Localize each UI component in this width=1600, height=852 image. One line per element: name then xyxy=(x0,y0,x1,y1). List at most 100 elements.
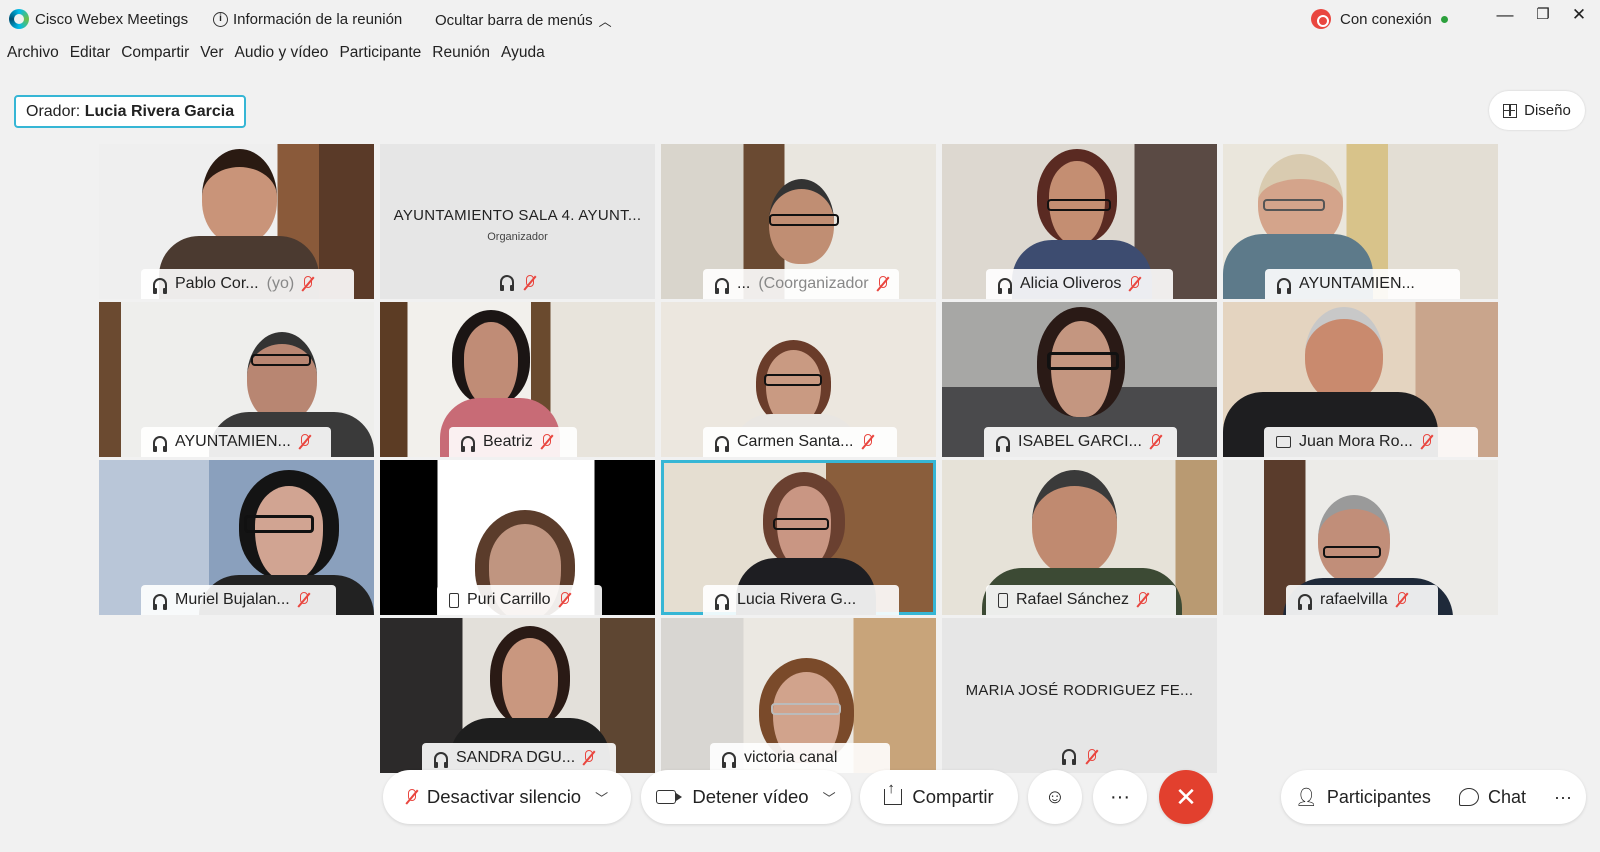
video-tile[interactable]: AYUNTAMIENTO SALA 4. AYUNT... Organizado… xyxy=(380,144,655,299)
participant-name: Puri Carrillo xyxy=(467,591,551,608)
connection-status[interactable]: Con conexión xyxy=(1311,9,1448,29)
stop-video-button[interactable]: Detener vídeo ﹀ xyxy=(641,770,851,824)
headset-icon xyxy=(1298,593,1312,610)
video-tile[interactable]: rafaelvilla xyxy=(1223,460,1498,615)
menu-audio-video[interactable]: Audio y vídeo xyxy=(235,44,329,70)
name-label: ISABEL GARCI... xyxy=(984,427,1177,457)
muted-mic-icon xyxy=(298,592,309,608)
menu-participante[interactable]: Participante xyxy=(339,44,421,70)
participant-name: Beatriz xyxy=(483,433,533,450)
video-tile[interactable]: Puri Carrillo xyxy=(380,460,655,615)
glasses xyxy=(773,518,829,530)
chevron-down-icon[interactable]: ﹀ xyxy=(823,788,836,807)
screen-icon xyxy=(1276,436,1291,448)
muted-mic-icon xyxy=(1129,276,1140,292)
app-title: Cisco Webex Meetings xyxy=(35,11,189,28)
menu-ayuda[interactable]: Ayuda xyxy=(501,44,545,70)
menu-reunion[interactable]: Reunión xyxy=(432,44,490,70)
menu-editar[interactable]: Editar xyxy=(70,44,111,70)
participant-role: Organizador xyxy=(487,231,548,243)
participant-name: AYUNTAMIENTO SALA 4. AYUNT... xyxy=(393,207,642,224)
close-icon: ✕ xyxy=(1175,781,1197,812)
meeting-info-button[interactable]: i Información de la reunión xyxy=(213,11,402,28)
menu-ver[interactable]: Ver xyxy=(200,44,223,70)
glasses xyxy=(1047,199,1111,211)
minimize-button[interactable]: — xyxy=(1490,5,1520,25)
headset-icon xyxy=(1277,277,1291,294)
participants-button[interactable]: 👤︎ Participantes xyxy=(1281,770,1445,824)
video-tile[interactable]: Beatriz xyxy=(380,302,655,457)
name-label: AYUNTAMIEN... xyxy=(1265,269,1460,299)
speaker-name: Lucia Rivera Garcia xyxy=(84,103,235,120)
muted-mic-icon xyxy=(406,789,417,805)
video-tile[interactable]: ISABEL GARCI... xyxy=(942,302,1217,457)
video-tile[interactable]: Carmen Santa... xyxy=(661,302,936,457)
headset-icon xyxy=(998,277,1012,294)
video-tile[interactable]: Juan Mora Ro... xyxy=(1223,302,1498,457)
menu-compartir[interactable]: Compartir xyxy=(121,44,189,70)
muted-mic-icon xyxy=(541,434,552,450)
chat-button[interactable]: Chat xyxy=(1445,770,1540,824)
participant-video xyxy=(1305,307,1383,402)
muted-mic-icon xyxy=(302,276,313,292)
video-tile-active-speaker[interactable]: Lucia Rivera G... xyxy=(661,460,936,615)
info-icon: i xyxy=(213,12,228,27)
video-tile[interactable]: AYUNTAMIEN... xyxy=(1223,144,1498,299)
participant-role: (yo) xyxy=(266,275,295,292)
participant-name: Lucia Rivera G... xyxy=(737,591,857,608)
video-tile[interactable]: Muriel Bujalan... xyxy=(99,460,374,615)
share-label: Compartir xyxy=(912,786,994,807)
video-tile[interactable]: SANDRA DGU... xyxy=(380,618,655,773)
participant-video xyxy=(202,149,277,244)
restore-button[interactable]: ❐ xyxy=(1528,5,1558,23)
hide-menu-button[interactable]: Ocultar barra de menús ︿ xyxy=(435,11,612,30)
chevron-down-icon[interactable]: ﹀ xyxy=(595,788,608,807)
video-tile[interactable]: MARIA JOSÉ RODRIGUEZ FE... xyxy=(942,618,1217,773)
headset-icon xyxy=(1062,749,1076,765)
headset-icon xyxy=(153,277,167,294)
participant-name: Carmen Santa... xyxy=(737,433,854,450)
headset-icon xyxy=(434,751,448,768)
participant-video xyxy=(1037,149,1117,244)
tile-status-icons xyxy=(942,749,1217,765)
video-tile[interactable]: Rafael Sánchez xyxy=(942,460,1217,615)
headset-icon xyxy=(461,435,475,452)
title-bar: Cisco Webex Meetings i Información de la… xyxy=(0,0,1600,38)
muted-mic-icon xyxy=(1421,434,1432,450)
chevron-up-icon: ︿ xyxy=(598,14,612,29)
camera-icon xyxy=(656,790,683,804)
meeting-info-label: Información de la reunión xyxy=(233,11,403,28)
menu-bar: Archivo Editar Compartir Ver Audio y víd… xyxy=(0,44,548,70)
name-label: AYUNTAMIEN... xyxy=(141,427,331,457)
unmute-button[interactable]: Desactivar silencio ﹀ xyxy=(383,770,631,824)
webex-logo-icon xyxy=(9,9,29,29)
muted-mic-icon xyxy=(877,276,888,292)
tile-status-icons xyxy=(380,275,655,291)
video-tile[interactable]: Pablo Cor... (yo) xyxy=(99,144,374,299)
headset-icon xyxy=(153,593,167,610)
menu-archivo[interactable]: Archivo xyxy=(7,44,59,70)
reactions-button[interactable]: ☺ xyxy=(1028,770,1082,824)
speaker-prefix: Orador: xyxy=(26,103,81,120)
headset-icon xyxy=(500,275,514,291)
share-button[interactable]: Compartir xyxy=(860,770,1018,824)
video-tile[interactable]: Alicia Oliveros xyxy=(942,144,1217,299)
end-meeting-button[interactable]: ✕ xyxy=(1159,770,1213,824)
status-dot-icon xyxy=(1440,15,1448,23)
recording-icon xyxy=(1311,9,1331,29)
participant-video xyxy=(1318,495,1390,583)
muted-mic-icon xyxy=(1137,592,1148,608)
close-window-button[interactable]: ✕ xyxy=(1564,5,1594,25)
hide-menu-label: Ocultar barra de menús xyxy=(435,12,593,29)
video-tile[interactable]: AYUNTAMIEN... xyxy=(99,302,374,457)
headset-icon xyxy=(715,593,729,610)
more-panels-button[interactable]: ··· xyxy=(1540,770,1586,824)
participant-name: Alicia Oliveros xyxy=(1020,275,1122,292)
muted-mic-icon xyxy=(1150,434,1161,450)
more-options-button[interactable]: ··· xyxy=(1093,770,1147,824)
layout-button[interactable]: Diseño xyxy=(1489,91,1585,130)
participant-name: Muriel Bujalan... xyxy=(175,591,290,608)
participant-name: MARIA JOSÉ RODRIGUEZ FE... xyxy=(965,682,1194,699)
video-tile[interactable]: ... (Coorganizador xyxy=(661,144,936,299)
video-tile[interactable]: victoria canal xyxy=(661,618,936,773)
